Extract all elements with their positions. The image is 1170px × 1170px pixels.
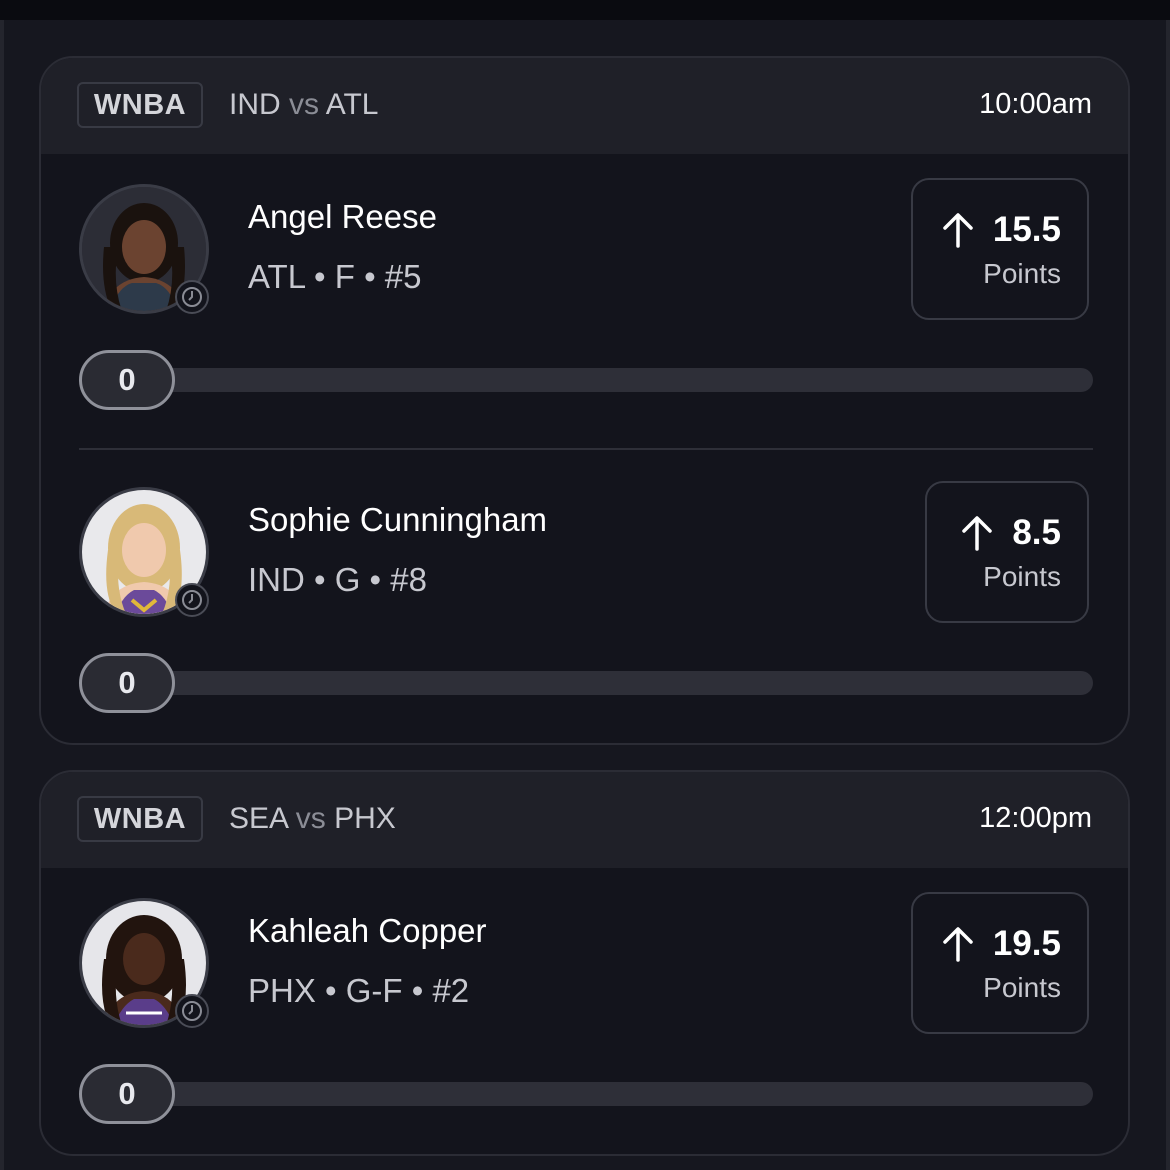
game-time: 12:00pm [979, 802, 1092, 834]
game-time: 10:00am [979, 88, 1092, 120]
top-bar [0, 0, 1170, 20]
left-edge [0, 20, 4, 1170]
player-name: Sophie Cunningham [248, 501, 548, 538]
arrow-up-icon [943, 927, 973, 962]
line-box[interactable]: 19.5 Points [911, 892, 1089, 1034]
league-badge: WNBA [77, 82, 203, 128]
game-card-sea-phx: WNBA SEA vs PHX 12:00pm Kahleah Copper P… [39, 770, 1130, 1156]
vs-label: vs [289, 88, 320, 121]
player-avatar[interactable] [79, 898, 209, 1028]
player-avatar[interactable] [79, 487, 209, 617]
league-badge: WNBA [77, 796, 203, 842]
player-meta: PHX • G-F • #2 [248, 972, 470, 1009]
arrow-up-icon [943, 213, 973, 248]
player-meta: IND • G • #8 [248, 561, 427, 598]
clock-icon [175, 994, 209, 1028]
clock-icon [175, 583, 209, 617]
progress-value: 0 [79, 1064, 175, 1124]
divider [79, 448, 1093, 450]
clock-icon [175, 280, 209, 314]
matchup: SEA vs PHX [229, 802, 396, 836]
matchup: IND vs ATL [229, 88, 379, 122]
player-name: Kahleah Copper [248, 912, 487, 949]
line-box[interactable]: 8.5 Points [925, 481, 1089, 623]
team-a: SEA [229, 802, 288, 835]
game-card-ind-atl: WNBA IND vs ATL 10:00am Angel Reese ATL … [39, 56, 1130, 745]
line-value: 15.5 [992, 210, 1061, 249]
line-value: 19.5 [992, 924, 1061, 963]
progress-value: 0 [79, 653, 175, 713]
team-a: IND [229, 88, 281, 121]
stat-label: Points [983, 972, 1061, 1003]
progress-track [81, 368, 1093, 392]
game-header: WNBA SEA vs PHX 12:00pm [41, 772, 1128, 868]
vs-label: vs [295, 802, 326, 835]
team-b: ATL [325, 88, 379, 121]
team-b: PHX [334, 802, 396, 835]
progress-track [81, 1082, 1093, 1106]
stat-label: Points [983, 561, 1061, 592]
arrow-up-icon [962, 516, 993, 551]
line-value: 8.5 [1012, 513, 1061, 552]
player-avatar[interactable] [79, 184, 209, 314]
progress-track [81, 671, 1093, 695]
stat-label: Points [983, 258, 1061, 289]
player-name: Angel Reese [248, 198, 437, 235]
player-meta: ATL • F • #5 [248, 258, 422, 295]
game-header: WNBA IND vs ATL 10:00am [41, 58, 1128, 154]
right-edge [1166, 20, 1170, 1170]
line-box[interactable]: 15.5 Points [911, 178, 1089, 320]
progress-value: 0 [79, 350, 175, 410]
